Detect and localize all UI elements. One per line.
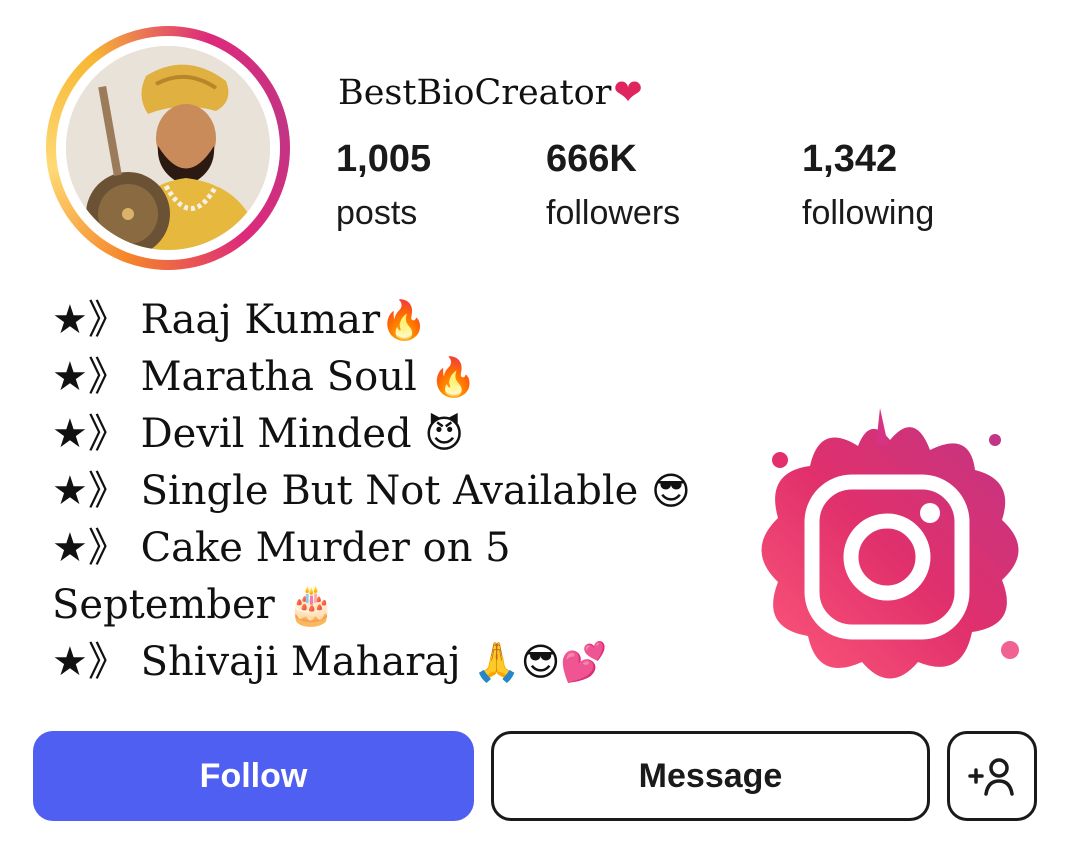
profile-bio: ★》 Raaj Kumar🔥 ★》 Maratha Soul 🔥 ★》 Devi… (52, 292, 752, 691)
bio-line: ★》 Maratha Soul 🔥 (52, 349, 752, 406)
followers-label: followers (546, 194, 681, 232)
stat-following[interactable]: 1,342 following (802, 136, 934, 236)
add-user-button[interactable] (947, 731, 1037, 821)
star-bullet: ★》 (52, 468, 128, 514)
star-bullet: ★》 (52, 411, 128, 457)
posts-label: posts (336, 194, 418, 232)
following-label: following (802, 194, 935, 232)
bio-text: Raaj Kumar (127, 297, 381, 343)
follow-button[interactable]: Follow (33, 731, 474, 821)
bio-line: ★》 Raaj Kumar🔥 (52, 292, 752, 349)
fire-icon: 🔥 (380, 298, 428, 342)
bio-line: ★》 Cake Murder on 5 September 🎂 (52, 520, 572, 634)
pray-sunglasses-hearts-icon: 🙏😎💕 (473, 640, 608, 684)
heart-icon: ❤ (613, 73, 643, 113)
following-count: 1,342 (802, 138, 898, 180)
sunglasses-icon: 😎 (651, 469, 691, 513)
bio-text: Devil Minded (127, 411, 425, 457)
cake-icon: 🎂 (287, 583, 335, 627)
username-text: BestBioCreator (338, 73, 612, 113)
avatar-ring-gap (56, 36, 280, 260)
avatar (66, 46, 270, 250)
star-bullet: ★》 (52, 297, 128, 343)
profile-username: BestBioCreator❤ (338, 73, 643, 113)
bio-line: ★》 Shivaji Maharaj 🙏😎💕 (52, 634, 752, 691)
fire-icon: 🔥 (429, 355, 477, 399)
bio-line: ★》 Single But Not Available 😎 (52, 463, 752, 520)
profile-avatar[interactable] (46, 26, 290, 270)
bio-text: Maratha Soul (127, 354, 430, 400)
instagram-logo-icon (761, 408, 1019, 679)
bio-text: Single But Not Available (127, 468, 652, 514)
stat-followers[interactable]: 666K followers (546, 136, 680, 236)
message-button[interactable]: Message (491, 731, 930, 821)
posts-count: 1,005 (336, 138, 432, 180)
bio-text: Shivaji Maharaj (127, 639, 474, 685)
star-bullet: ★》 (52, 354, 128, 400)
star-bullet: ★》 (52, 525, 128, 571)
followers-count: 666K (546, 138, 637, 180)
devil-icon: 😈 (424, 412, 464, 456)
stat-posts[interactable]: 1,005 posts (336, 136, 431, 236)
star-bullet: ★》 (52, 639, 128, 685)
bio-line: ★》 Devil Minded 😈 (52, 406, 752, 463)
add-person-icon (968, 758, 1014, 796)
warrior-portrait-icon (66, 46, 270, 250)
